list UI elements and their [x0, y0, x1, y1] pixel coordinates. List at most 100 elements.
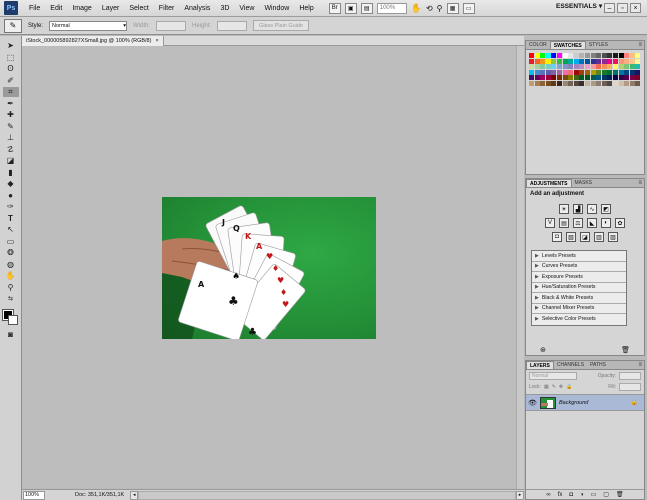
layer-row-background[interactable]: 👁 Background 🔒: [526, 394, 644, 411]
color-swatch[interactable]: [590, 75, 596, 81]
color-swatch[interactable]: [573, 53, 579, 58]
dodge-tool-icon[interactable]: ●: [3, 191, 19, 201]
color-swatch[interactable]: [601, 53, 607, 58]
tab-color[interactable]: COLOR: [526, 41, 550, 49]
menu-file[interactable]: File: [24, 5, 45, 12]
color-swatch[interactable]: [629, 69, 635, 75]
posterize-icon[interactable]: ▧: [566, 232, 576, 242]
document-image[interactable]: J Q K A ♥ ♦ ♥ ♦ ♥ A ♣ ♣ ♠: [162, 197, 376, 339]
color-swatch[interactable]: [534, 75, 540, 81]
zoom-tool-icon[interactable]: ⚲: [3, 283, 19, 293]
color-swatch[interactable]: [540, 80, 546, 86]
crop-tool-icon[interactable]: ⌗: [2, 87, 19, 97]
color-swatch[interactable]: [635, 69, 641, 75]
color-swatch[interactable]: [540, 58, 546, 64]
bridge-icon[interactable]: Br: [328, 2, 341, 14]
color-swatch[interactable]: [573, 75, 579, 81]
new-layer-icon[interactable]: ▢: [603, 491, 609, 498]
threshold-icon[interactable]: ◪: [580, 232, 590, 242]
gradient-map-icon[interactable]: ▥: [594, 232, 604, 242]
color-swatch[interactable]: [596, 80, 602, 86]
arrange-documents-icon[interactable]: ▦: [446, 2, 459, 14]
background-color-swatch[interactable]: [7, 315, 18, 325]
color-swatch[interactable]: [590, 53, 596, 58]
delete-adjustment-icon[interactable]: 🗑: [621, 346, 630, 354]
color-swatch[interactable]: [629, 58, 635, 64]
color-swatch[interactable]: [596, 53, 602, 58]
color-swatch[interactable]: [584, 64, 590, 70]
menu-edit[interactable]: Edit: [45, 5, 67, 12]
fill-input[interactable]: [619, 382, 641, 391]
quick-select-tool-icon[interactable]: ✐: [3, 76, 19, 86]
color-swatch[interactable]: [635, 80, 641, 86]
color-swatch[interactable]: [590, 69, 596, 75]
color-swatch[interactable]: [545, 58, 551, 64]
menu-image[interactable]: Image: [67, 5, 96, 12]
color-swatch[interactable]: [579, 75, 585, 81]
color-swatch[interactable]: [590, 58, 596, 64]
history-brush-tool-icon[interactable]: ☡: [3, 145, 19, 155]
color-swatch[interactable]: [534, 58, 540, 64]
zoom-field[interactable]: 100%: [23, 490, 45, 500]
color-swatch[interactable]: [596, 69, 602, 75]
photo-filter-icon[interactable]: ◐: [601, 218, 611, 228]
color-swatch[interactable]: [534, 53, 540, 58]
close-button[interactable]: ×: [630, 3, 641, 13]
color-swatch[interactable]: [612, 64, 618, 70]
preset-item-curves[interactable]: ▶ Curves Presets: [532, 261, 626, 272]
3d-rotate-tool-icon[interactable]: ❂: [3, 248, 19, 258]
color-swatch[interactable]: [601, 75, 607, 81]
menu-window[interactable]: Window: [259, 5, 294, 12]
preset-item-selective-color[interactable]: ▶ Selective Color Presets: [532, 314, 626, 325]
lock-position-icon[interactable]: ✥: [559, 384, 563, 390]
menu-3d[interactable]: 3D: [215, 5, 234, 12]
color-swatch[interactable]: [635, 58, 641, 64]
color-swatch[interactable]: [601, 58, 607, 64]
menu-filter[interactable]: Filter: [154, 5, 180, 12]
color-swatch[interactable]: [545, 80, 551, 86]
quick-mask-icon[interactable]: ◙: [3, 330, 19, 340]
exposure-icon[interactable]: ◩: [601, 204, 611, 214]
channel-mixer-icon[interactable]: ✿: [615, 218, 625, 228]
type-tool-icon[interactable]: T: [3, 214, 19, 224]
eraser-tool-icon[interactable]: ◪: [3, 156, 19, 166]
mini-bridge-icon[interactable]: ▣: [344, 2, 357, 14]
levels-icon[interactable]: ▟: [573, 204, 583, 214]
color-swatch[interactable]: [556, 58, 562, 64]
color-swatch[interactable]: [629, 80, 635, 86]
color-swatch[interactable]: [534, 80, 540, 86]
vibrance-icon[interactable]: V: [545, 218, 555, 228]
color-swatch[interactable]: [612, 80, 618, 86]
panel-menu-icon[interactable]: ≡: [638, 362, 642, 368]
color-swatch[interactable]: [607, 80, 613, 86]
color-swatch[interactable]: [635, 64, 641, 70]
color-swatch[interactable]: [545, 69, 551, 75]
style-select[interactable]: Normal ▾: [49, 20, 128, 31]
menu-select[interactable]: Select: [124, 5, 153, 12]
color-swatch[interactable]: [618, 80, 624, 86]
color-swatch[interactable]: [551, 80, 557, 86]
blend-mode-select[interactable]: Normal: [529, 371, 577, 380]
color-swatch[interactable]: [579, 58, 585, 64]
preset-item-exposure[interactable]: ▶ Exposure Presets: [532, 272, 626, 283]
brush-tool-icon[interactable]: ✎: [3, 122, 19, 132]
color-swatch[interactable]: [584, 75, 590, 81]
color-swatch[interactable]: [618, 75, 624, 81]
color-swatch[interactable]: [635, 53, 641, 58]
color-swatch[interactable]: [612, 69, 618, 75]
color-swatch[interactable]: [529, 64, 534, 70]
color-swatch[interactable]: [573, 69, 579, 75]
tab-layers[interactable]: LAYERS: [526, 361, 554, 369]
color-swatch[interactable]: [562, 64, 568, 70]
shape-tool-icon[interactable]: ▭: [3, 237, 19, 247]
scroll-left-icon[interactable]: ◂: [130, 490, 139, 500]
color-swatch[interactable]: [584, 80, 590, 86]
color-swatch[interactable]: [612, 53, 618, 58]
color-swatch[interactable]: [556, 75, 562, 81]
menu-analysis[interactable]: Analysis: [179, 5, 215, 12]
color-swatch[interactable]: [624, 75, 630, 81]
color-swatch[interactable]: [534, 69, 540, 75]
swap-colors-icon[interactable]: ⇆: [3, 294, 19, 304]
color-swatch[interactable]: [601, 64, 607, 70]
color-swatch[interactable]: [534, 64, 540, 70]
